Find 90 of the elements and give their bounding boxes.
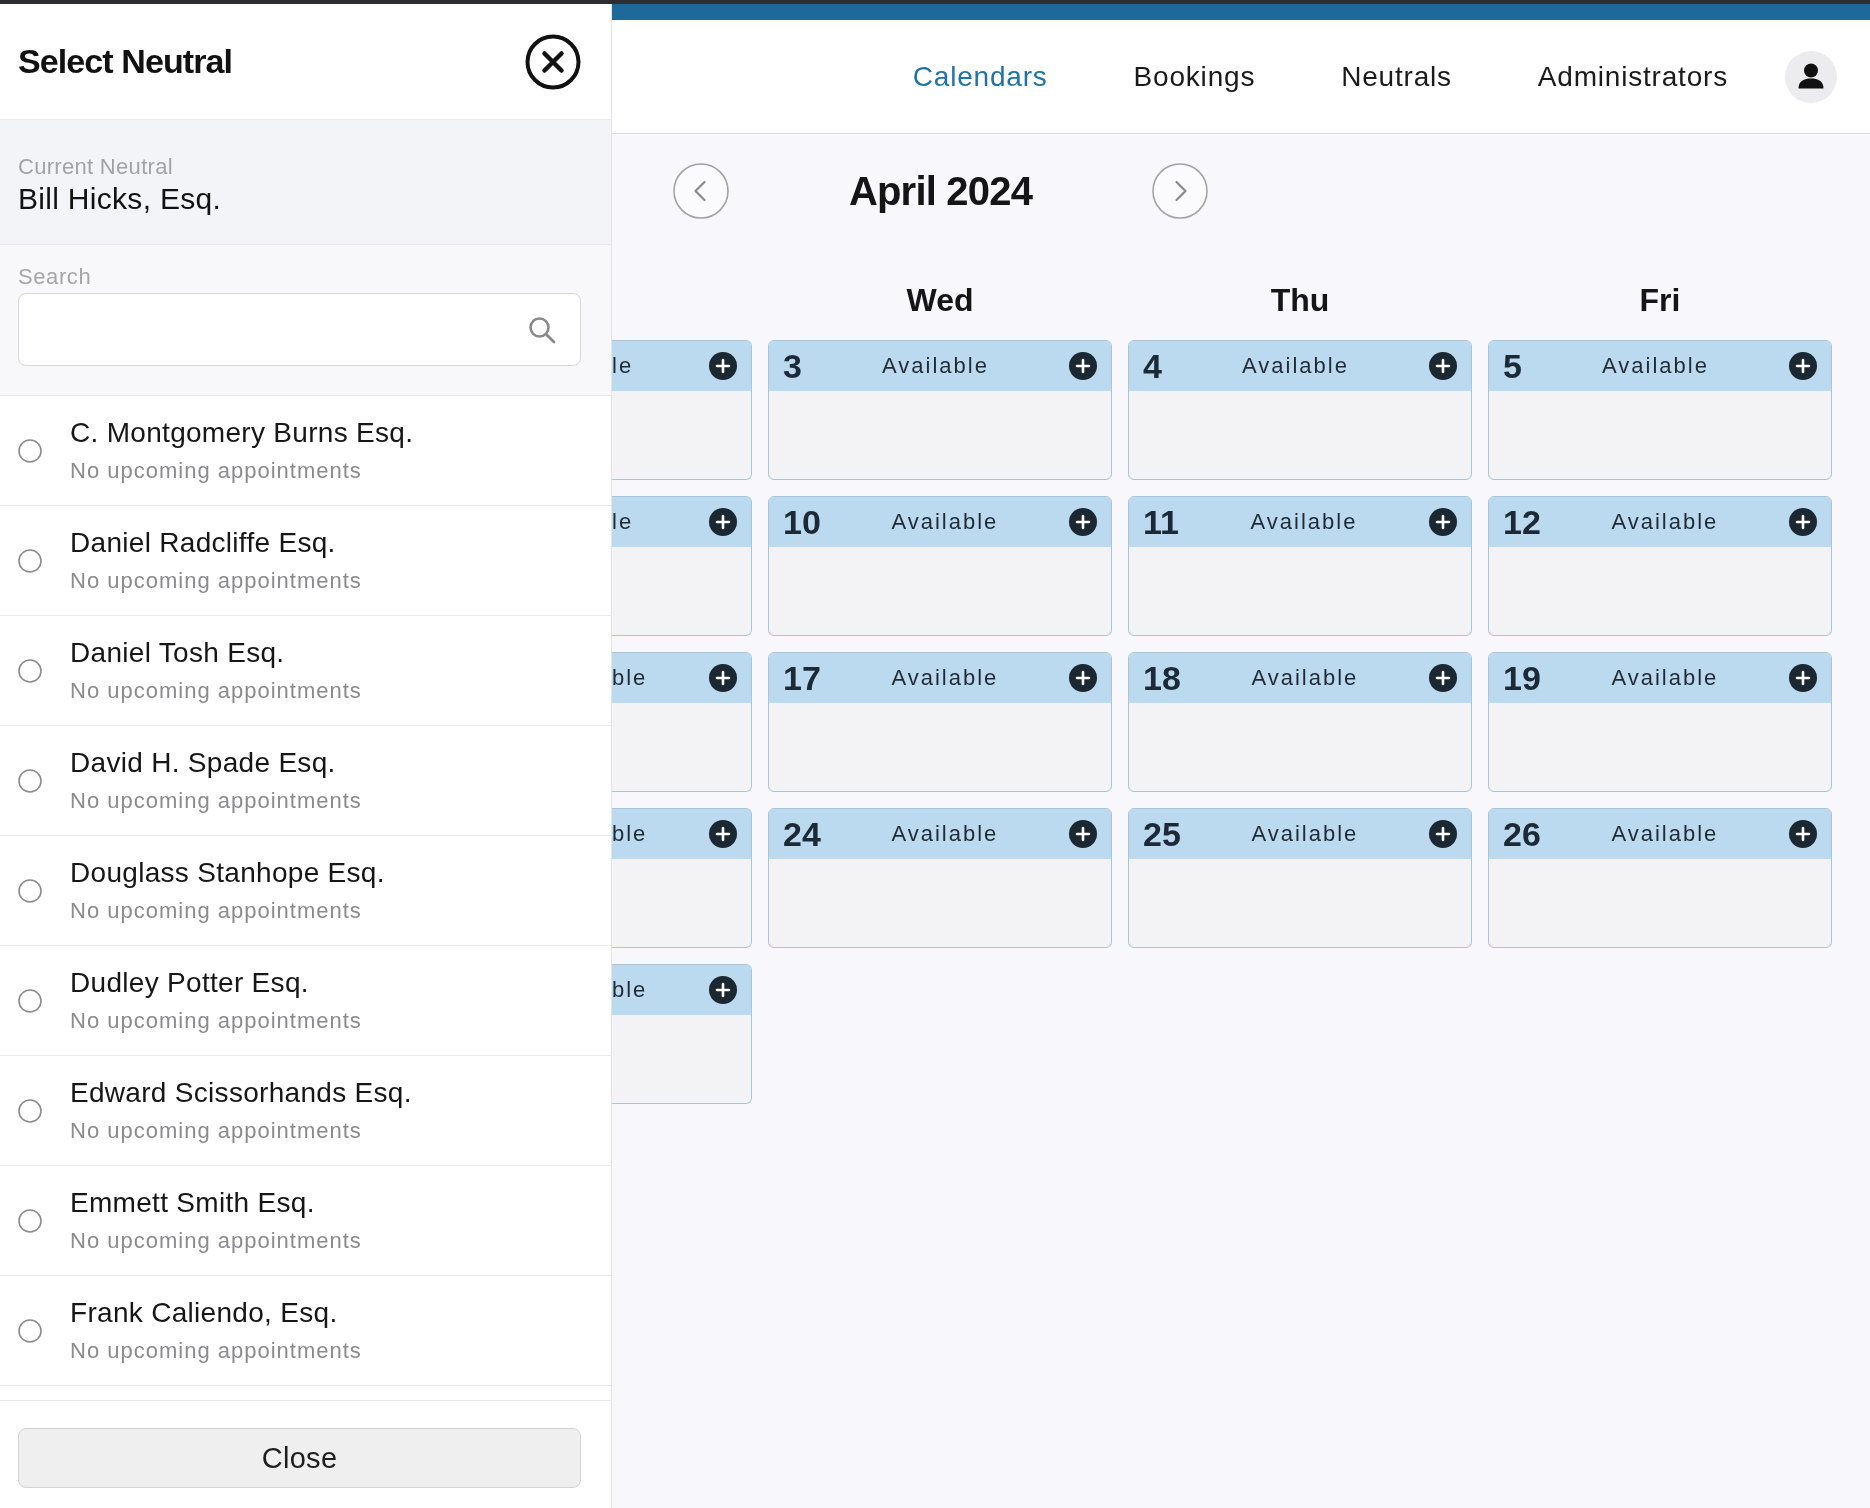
nav-tab[interactable]: Administrators <box>1537 60 1728 93</box>
appointment-note: No upcoming appointments <box>70 1117 362 1145</box>
appointment-note: No upcoming appointments <box>70 897 362 925</box>
nav-tab[interactable]: Calendars <box>912 60 1048 93</box>
close-icon[interactable] <box>525 33 581 90</box>
radio-button[interactable] <box>18 1208 42 1233</box>
plus-icon[interactable] <box>1429 820 1457 848</box>
neutral-name: Daniel Tosh Esq. <box>70 636 285 670</box>
close-button[interactable]: Close <box>18 1428 581 1488</box>
plus-icon[interactable] <box>709 508 737 536</box>
date-number: 3 <box>783 346 802 386</box>
radio-button[interactable] <box>18 1098 42 1123</box>
radio-button[interactable] <box>18 1318 42 1343</box>
search-label: Search <box>18 264 92 290</box>
plus-icon[interactable] <box>1789 508 1817 536</box>
date-number: 10 <box>783 502 821 542</box>
date-number: 11 <box>1143 502 1179 542</box>
date-number: 5 <box>1503 346 1522 386</box>
availability-label: le <box>612 353 635 379</box>
drawer-title: Select Neutral <box>18 42 233 81</box>
availability-label: Available <box>1610 821 1720 847</box>
search-field[interactable] <box>18 293 581 366</box>
current-neutral-name: Bill Hicks, Esq. <box>18 182 222 216</box>
plus-icon[interactable] <box>1069 664 1097 692</box>
availability-label: Available <box>1610 509 1720 535</box>
date-number: 18 <box>1143 658 1181 698</box>
date-number: 19 <box>1503 658 1541 698</box>
plus-icon[interactable] <box>1429 352 1457 380</box>
plus-icon[interactable] <box>709 976 737 1004</box>
plus-icon[interactable] <box>1069 820 1097 848</box>
plus-icon[interactable] <box>1789 820 1817 848</box>
availability-label: Available <box>890 509 1000 535</box>
date-number: 25 <box>1143 814 1181 854</box>
radio-button[interactable] <box>18 878 42 903</box>
availability-label: Available <box>1601 353 1710 379</box>
plus-icon[interactable] <box>709 352 737 380</box>
availability-label: ble <box>612 821 649 847</box>
plus-icon[interactable] <box>709 664 737 692</box>
neutral-name: Edward Scissorhands Esq. <box>70 1076 412 1110</box>
availability-label: ble <box>612 977 649 1003</box>
appointment-note: No upcoming appointments <box>70 1227 362 1255</box>
appointment-note: No upcoming appointments <box>70 567 362 595</box>
appointment-note: No upcoming appointments <box>70 787 362 815</box>
plus-icon[interactable] <box>709 820 737 848</box>
radio-button[interactable] <box>18 768 42 793</box>
neutral-name: David H. Spade Esq. <box>70 746 336 780</box>
radio-button[interactable] <box>18 988 42 1013</box>
availability-label: ble <box>612 665 649 691</box>
date-number: 4 <box>1143 346 1162 386</box>
nav-tab[interactable]: Bookings <box>1133 60 1256 93</box>
availability-label: le <box>612 509 635 535</box>
weekday-label: Fri <box>1639 281 1681 320</box>
availability-label: Available <box>890 665 1000 691</box>
neutral-name: C. Montgomery Burns Esq. <box>70 416 414 450</box>
radio-button[interactable] <box>18 548 42 573</box>
neutral-name: Daniel Radcliffe Esq. <box>70 526 336 560</box>
radio-button[interactable] <box>18 438 42 463</box>
month-title: April 2024 <box>848 168 1033 214</box>
weekday-label: Wed <box>906 281 974 320</box>
neutral-name: Emmett Smith Esq. <box>70 1186 315 1220</box>
availability-label: Available <box>1250 665 1360 691</box>
plus-icon[interactable] <box>1429 508 1457 536</box>
plus-icon[interactable] <box>1789 664 1817 692</box>
radio-button[interactable] <box>18 658 42 683</box>
nav-tab[interactable]: Neutrals <box>1341 60 1452 93</box>
date-number: 26 <box>1503 814 1541 854</box>
date-number: 17 <box>783 658 821 698</box>
date-number: 24 <box>783 814 821 854</box>
search-icon <box>528 315 556 344</box>
availability-label: Available <box>881 353 990 379</box>
appointment-note: No upcoming appointments <box>70 1337 362 1365</box>
availability-label: Available <box>890 821 1000 847</box>
availability-label: Available <box>1241 353 1350 379</box>
appointment-note: No upcoming appointments <box>70 1007 362 1035</box>
neutral-name: Frank Caliendo, Esq. <box>70 1296 338 1330</box>
appointment-note: No upcoming appointments <box>70 457 362 485</box>
neutral-name: Douglass Stanhope Esq. <box>70 856 385 890</box>
availability-label: Available <box>1610 665 1720 691</box>
plus-icon[interactable] <box>1069 352 1097 380</box>
plus-icon[interactable] <box>1429 664 1457 692</box>
availability-label: Available <box>1250 821 1360 847</box>
current-neutral-label: Current Neutral <box>18 154 173 180</box>
avatar-icon[interactable] <box>1785 50 1837 103</box>
availability-label: Available <box>1249 509 1359 535</box>
plus-icon[interactable] <box>1789 352 1817 380</box>
weekday-label: Thu <box>1270 281 1330 320</box>
neutral-name: Dudley Potter Esq. <box>70 966 309 1000</box>
appointment-note: No upcoming appointments <box>70 677 362 705</box>
plus-icon[interactable] <box>1069 508 1097 536</box>
date-number: 12 <box>1503 502 1541 542</box>
